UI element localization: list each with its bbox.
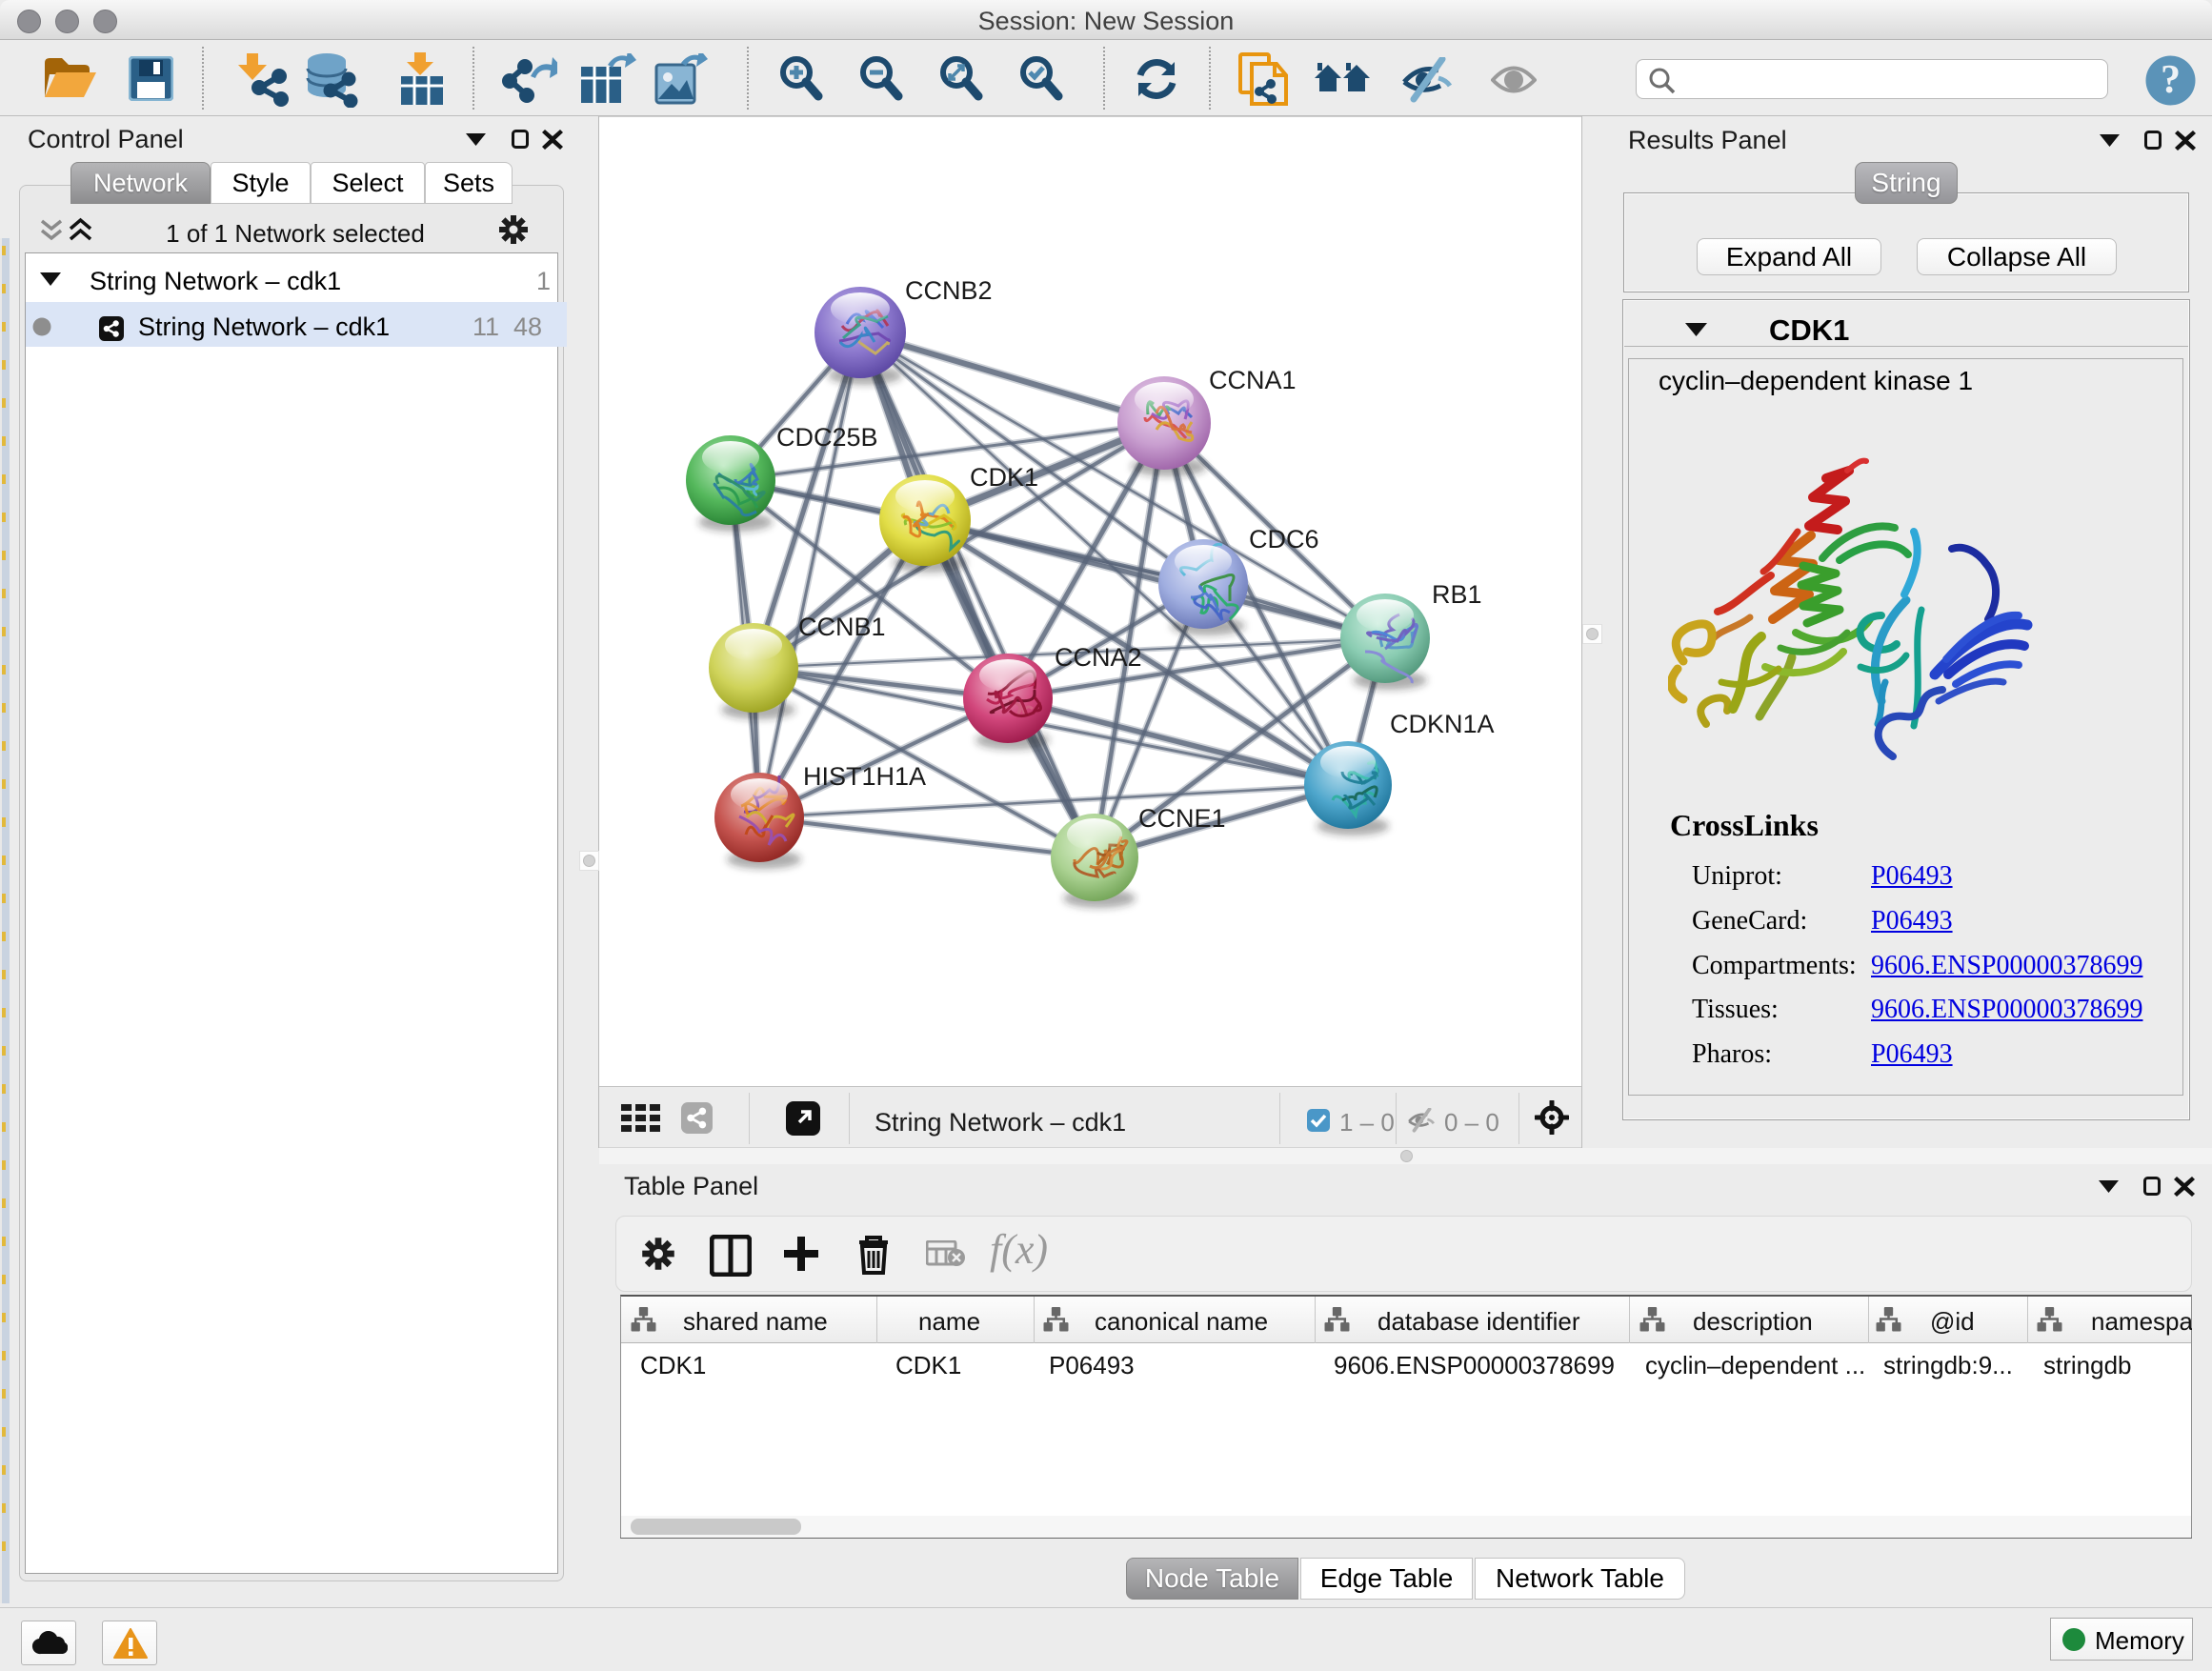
svg-text:CCNE1: CCNE1 [1138, 804, 1226, 833]
svg-text:CDC25B: CDC25B [776, 423, 878, 452]
svg-text:CCNB2: CCNB2 [905, 276, 993, 305]
svg-text:RB1: RB1 [1432, 580, 1482, 609]
svg-text:CCNA1: CCNA1 [1209, 366, 1297, 394]
svg-text:CCNB1: CCNB1 [798, 613, 886, 641]
svg-text:CDK1: CDK1 [970, 463, 1038, 492]
svg-text:?: ? [2161, 58, 2181, 102]
svg-text:HIST1H1A: HIST1H1A [803, 762, 926, 791]
svg-text:CDC6: CDC6 [1249, 525, 1319, 554]
svg-text:CDKN1A: CDKN1A [1390, 710, 1495, 738]
svg-text:CCNA2: CCNA2 [1055, 643, 1142, 672]
